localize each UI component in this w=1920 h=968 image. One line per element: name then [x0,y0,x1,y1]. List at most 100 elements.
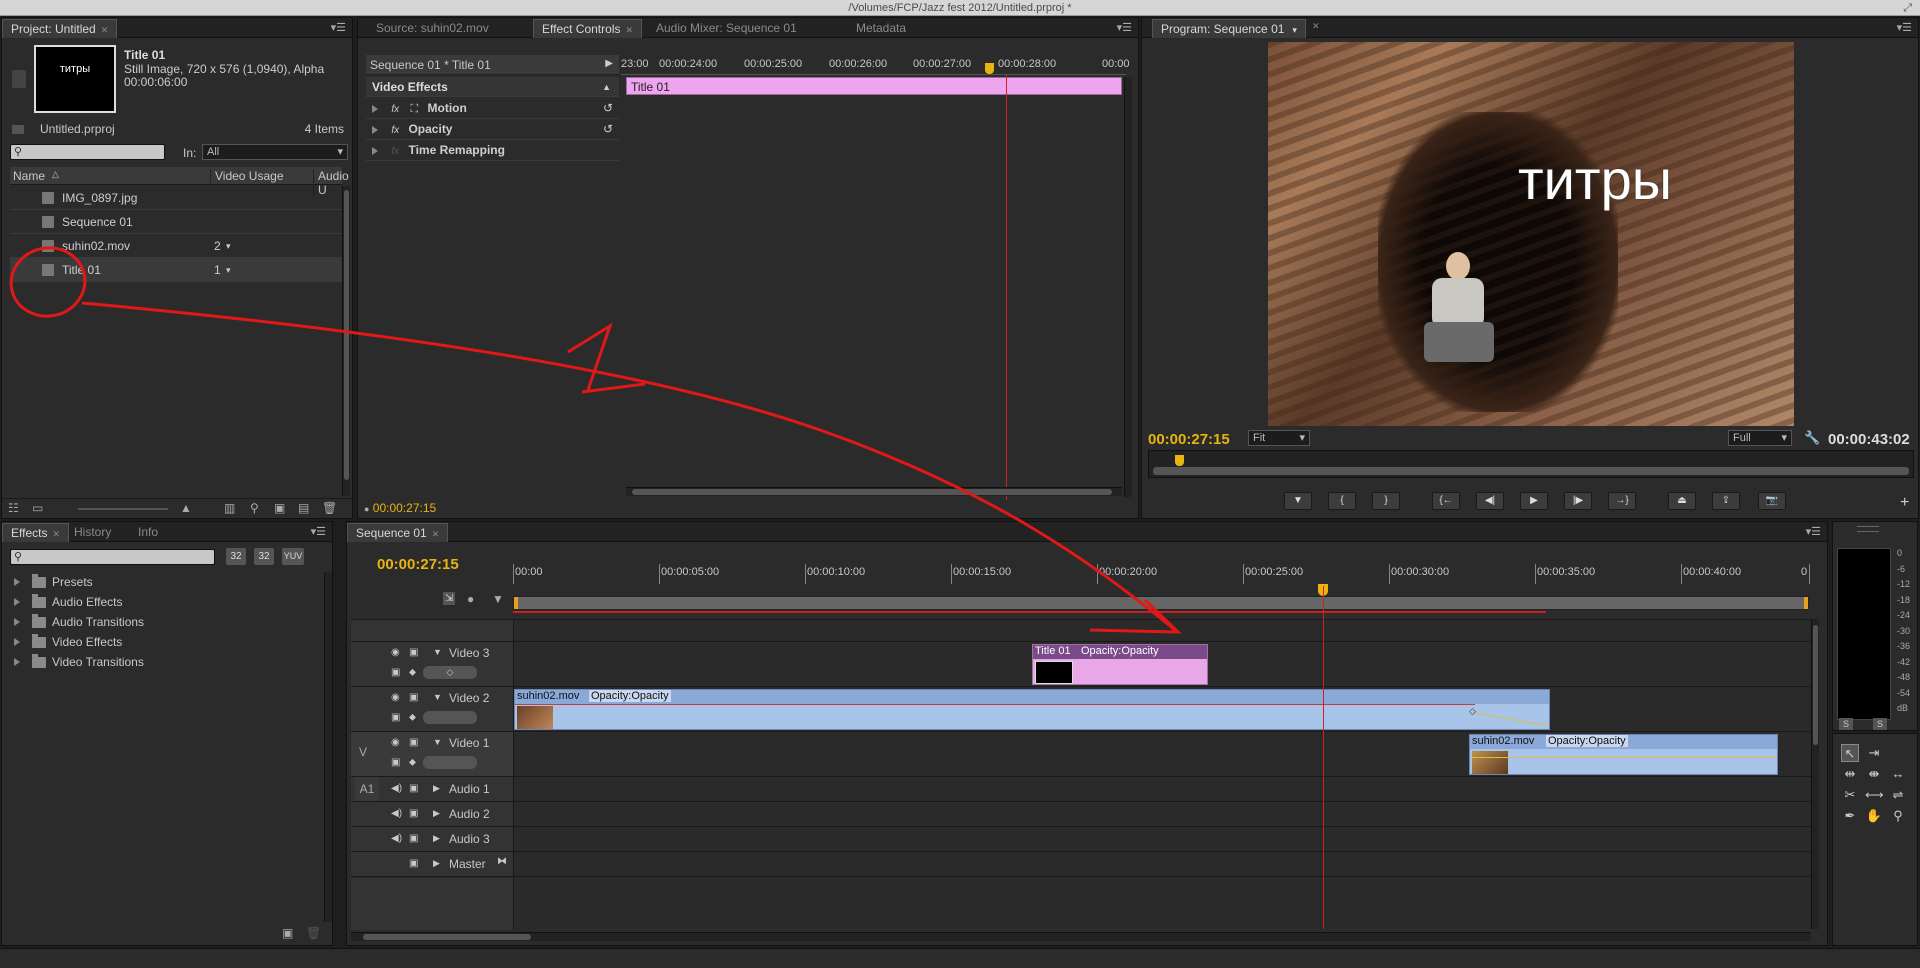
close-icon[interactable]: ✕ [432,529,440,539]
tab-info[interactable]: Info [130,523,166,542]
tab-audio-mixer[interactable]: Audio Mixer: Sequence 01 [648,19,805,38]
new-item-icon[interactable]: ▤ [298,501,309,515]
fx-icon[interactable]: fx [391,125,399,136]
rolling-edit-tool-icon[interactable]: ⇼ [1865,765,1883,783]
speaker-icon[interactable]: ◀) [391,833,402,844]
extract-button[interactable]: ⇪ [1712,492,1740,510]
playhead-marker[interactable] [1175,455,1184,466]
solo-button[interactable]: S [1839,718,1853,730]
step-forward-button[interactable]: |▶ [1564,492,1592,510]
scroll-thumb[interactable] [363,934,531,940]
zoom-tool-icon[interactable]: ⚲ [1889,807,1907,825]
tab-history[interactable]: History [66,523,119,542]
chevron-down-icon[interactable]: ▾ [226,258,231,282]
panel-menu-icon[interactable]: ▾☰ [1806,525,1821,538]
ec-clip-bar[interactable]: Title 01 [626,77,1122,95]
new-bin-icon[interactable]: ▣ [274,501,285,515]
bin-icon[interactable]: ▥ [224,501,235,515]
opacity-line[interactable] [1470,757,1777,758]
opacity-ramp[interactable] [1472,712,1548,727]
collapse-icon[interactable]: ▲ [602,77,611,97]
keyframe-nav-icon[interactable]: ⬥ [409,667,416,678]
keyframe-control[interactable] [423,756,477,769]
effects-folder-item[interactable]: Video Transitions [10,652,322,672]
tab-source[interactable]: Source: suhin02.mov [368,19,497,38]
snap-icon[interactable]: ⇲ [443,592,456,605]
lock-icon[interactable]: ▣ [409,783,418,794]
expand-triangle-icon[interactable] [14,578,20,586]
expand-triangle-icon[interactable]: ▼ [433,692,442,702]
effects-folder-item[interactable]: Video Effects [10,632,322,652]
tab-project[interactable]: Project: Untitled ✕ [2,19,118,38]
keyframe-icon[interactable]: ▣ [391,712,400,723]
slide-tool-icon[interactable]: ⇌ [1889,786,1907,804]
keyframe-nav-icon[interactable]: ⬥ [409,712,416,723]
play-icon[interactable]: ▶ [605,58,613,69]
play-icon[interactable] [12,70,26,88]
add-button-icon[interactable]: + [1900,494,1909,512]
new-bin-icon[interactable]: ▣ [282,926,293,940]
expand-triangle-icon[interactable]: ▶ [433,783,440,794]
program-time-ruler[interactable] [1148,450,1914,478]
expand-triangle-icon[interactable] [372,146,378,155]
marker-button[interactable]: ▼ [1284,492,1312,510]
lock-icon[interactable]: ▣ [409,737,418,748]
expand-triangle-icon[interactable] [372,125,378,134]
timeline-vscrollbar[interactable] [1811,619,1819,929]
ec-hscrollbar[interactable] [626,487,1122,496]
lock-icon[interactable]: ▣ [409,858,418,869]
lift-button[interactable]: ⏏ [1668,492,1696,510]
trash-icon[interactable]: 🗑 [322,501,337,515]
effect-row-opacity[interactable]: fx Opacity ↺ [366,119,619,140]
icon-view-icon[interactable]: ▭ [32,501,43,515]
go-to-out-button[interactable]: →} [1608,492,1636,510]
lock-icon[interactable]: ▣ [409,833,418,844]
search-input[interactable]: ⚲ [10,144,165,160]
keyframe-diamond-icon[interactable]: ◇ [1469,706,1476,717]
scroll-thumb[interactable] [632,489,1112,495]
tab-effects[interactable]: Effects ✕ [2,523,70,542]
pen-tool-icon[interactable]: ✒ [1841,807,1859,825]
expand-triangle-icon[interactable]: ▼ [433,647,442,657]
selection-tool-icon[interactable]: ↖ [1841,744,1859,762]
ec-scrollbar[interactable] [1124,77,1132,497]
work-area-start-icon[interactable] [514,597,518,609]
tab-metadata[interactable]: Metadata [848,19,914,38]
reset-icon[interactable]: ↺ [603,98,613,119]
ripple-edit-tool-icon[interactable]: ⇹ [1841,765,1859,783]
scroll-thumb[interactable] [344,190,349,480]
yuv-filter-button[interactable]: YUV [282,548,304,565]
panel-menu-icon[interactable]: ▾☰ [311,525,326,538]
source-patch-v[interactable]: V [359,745,367,759]
speaker-icon[interactable]: ◀) [391,808,402,819]
source-patch-a[interactable]: A1 [355,777,379,801]
find-icon[interactable]: ⚲ [250,501,259,515]
close-icon[interactable]: ✕ [1312,21,1320,32]
keyframe-nav-icon[interactable]: ⬥ [409,757,416,768]
tab-program[interactable]: Program: Sequence 01 ▾ [1152,19,1306,38]
tab-sequence[interactable]: Sequence 01 ✕ [347,523,449,542]
effect-row-time-remapping[interactable]: fx Time Remapping [366,140,619,161]
keyframe-control[interactable] [423,711,477,724]
window-resize-icon[interactable]: ⤢ [1903,0,1912,16]
list-item[interactable]: IMG_0897.jpg [10,186,342,210]
expand-triangle-icon[interactable] [372,104,378,113]
quality-select[interactable]: Full ▾ [1728,430,1792,446]
marker-icon[interactable]: ● [467,592,474,606]
lock-icon[interactable]: ▣ [409,808,418,819]
program-timecode[interactable]: 00:00:27:15 [1148,431,1230,448]
zoom-slider[interactable] [78,508,168,510]
32bit-filter-button[interactable]: 32 [254,548,274,565]
go-to-in-button[interactable]: {← [1432,492,1460,510]
play-button[interactable]: ▶ [1520,492,1548,510]
clip-suhin02-v2[interactable]: suhin02.mov Opacity:Opacity ◇ [514,689,1550,730]
timeline-timecode[interactable]: 00:00:27:15 [377,556,459,573]
export-frame-button[interactable]: 📷 [1758,492,1786,510]
speaker-icon[interactable]: ◀) [391,783,402,794]
chevron-down-icon[interactable]: ▾ [226,234,231,258]
list-item[interactable]: Sequence 01 [10,210,342,234]
effects-folder-item[interactable]: Audio Transitions [10,612,322,632]
chevron-down-icon[interactable]: ▾ [1292,25,1297,35]
eye-icon[interactable]: ◉ [391,692,400,703]
list-view-icon[interactable]: ☷ [8,501,19,515]
